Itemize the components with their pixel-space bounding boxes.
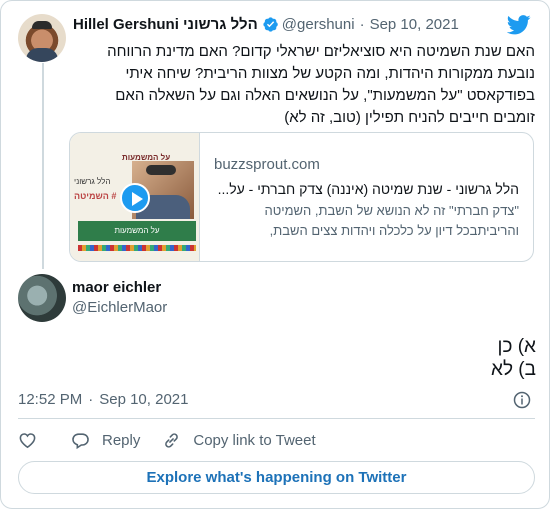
author-name[interactable]: Hillel Gershuni הלל גרשוני [73,16,258,33]
heart-icon [19,433,36,449]
thumbnail-line-1: הלל גרשוני [74,177,111,186]
reply-button[interactable]: Reply [71,431,140,450]
verified-badge-icon [263,17,278,32]
reply-label: Reply [102,432,141,449]
link-description: "צדק חברתי" זה לא הנושא של השבת, השמיטה … [264,203,519,238]
podcast-thumbnail: על המשמעות הלל גרשוני השמיטה # על המשמעו… [70,133,200,261]
avatar[interactable] [18,274,66,322]
thumbnail-logo-strip [78,245,196,251]
tweet-timestamp[interactable]: 12:52 PM · Sep 10, 2021 [18,391,188,408]
reply-bubble-icon [72,433,89,450]
thumbnail-line-2: השמיטה # [74,191,117,201]
link-preview-body: buzzsprout.com הלל גרשוני - שנת שמיטה (א… [200,133,533,261]
tweet-header: Hillel Gershuni הלל גרשוני @gershuni · S… [73,16,459,33]
tweet-text: האם שנת השמיטה היא סוציאליזם ישראלי קדום… [107,43,535,126]
link-preview-card[interactable]: על המשמעות הלל גרשוני השמיטה # על המשמעו… [69,132,534,262]
reply-date[interactable]: Sep 10, 2021 [99,391,188,408]
play-icon[interactable] [120,183,150,213]
reply-line-1: א) כן [497,336,536,357]
author-handle[interactable]: @gershuni [282,16,355,33]
reply-time[interactable]: 12:52 PM [18,391,82,408]
link-icon [165,433,179,448]
thread-connector-line [42,63,44,269]
tweet-actions: Reply Copy link to Tweet [18,431,338,450]
separator-dot: · [88,391,94,408]
link-domain: buzzsprout.com [214,156,320,173]
reply-line-2: ב) לא [491,359,536,380]
thumbnail-banner: על המשמעות [78,221,196,241]
explore-button[interactable]: Explore what's happening on Twitter [18,461,535,494]
like-button[interactable] [18,431,49,450]
separator-dot: · [359,16,365,33]
info-icon[interactable] [513,391,531,409]
reply-text: א) כן ב) לא [18,335,536,381]
divider [18,418,535,419]
link-title: הלל גרשוני - שנת שמיטה (איננה) צדק חברתי… [217,181,519,197]
reply-author-handle[interactable]: @EichlerMaor [72,299,167,316]
twitter-bird-icon[interactable] [507,15,531,35]
reply-author-name[interactable]: maor eichler [72,279,161,296]
tweet-date[interactable]: Sep 10, 2021 [370,16,459,33]
embedded-tweet-card: Hillel Gershuni הלל גרשוני @gershuni · S… [0,0,550,509]
copy-link-label: Copy link to Tweet [193,432,316,449]
avatar[interactable] [18,14,66,62]
copy-link-button[interactable]: Copy link to Tweet [162,431,316,450]
